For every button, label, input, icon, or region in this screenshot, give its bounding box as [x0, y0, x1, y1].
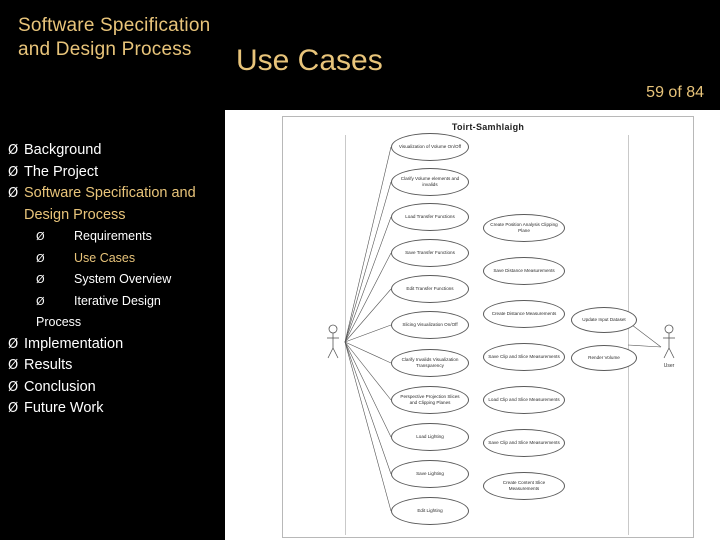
outline-item-software-specification-and-design-process[interactable]: Ø Software Specification and Design Proc…	[0, 183, 225, 226]
arrow-bullet-icon: Ø	[8, 186, 19, 201]
system-boundary-left	[345, 135, 346, 535]
outline-item-label: Requirements	[74, 229, 152, 243]
outline-item-conclusion[interactable]: Ø Conclusion	[0, 377, 225, 399]
use-case-node[interactable]: Save Clip and Slice Measurements	[483, 343, 565, 371]
use-case-node[interactable]: Edit Transfer Functions	[391, 275, 469, 303]
outline-item-results[interactable]: Ø Results	[0, 355, 225, 377]
use-case-node[interactable]: Edit Lighting	[391, 497, 469, 525]
outline-item-iterative-design[interactable]: Ø Iterative Design	[0, 291, 225, 313]
arrow-bullet-icon: Ø	[8, 401, 19, 416]
outline-item-the-project[interactable]: Ø The Project	[0, 162, 225, 184]
arrow-bullet-icon: Ø	[36, 251, 45, 265]
use-case-node[interactable]: Clarify Invalids Visualization Transpare…	[391, 349, 469, 377]
diagram-title: Toirt-Samhlaigh	[451, 122, 525, 132]
use-case-diagram: Toirt-Samhlaigh User Visualization of Vo…	[282, 116, 694, 538]
outline-item-label: Iterative Design	[74, 293, 161, 308]
arrow-bullet-icon: Ø	[8, 336, 19, 352]
outline-item-label: Future Work	[24, 400, 104, 416]
outline-list: Ø Background Ø The Project Ø Software Sp…	[0, 140, 225, 420]
use-case-node[interactable]: Create Position Analysis Clipping Plane	[483, 214, 565, 242]
page-title: Use Cases	[236, 44, 383, 77]
outline-item-background[interactable]: Ø Background	[0, 140, 225, 162]
arrow-bullet-icon: Ø	[36, 294, 45, 308]
use-case-node[interactable]: Render Volume	[571, 345, 637, 371]
outline-item-label: System Overview	[74, 272, 172, 286]
use-case-node[interactable]: Create Content Slice Measurements	[483, 472, 565, 500]
left-sidebar-panel: Software Specification and Design Proces…	[0, 0, 225, 540]
outline-item-label: Results	[24, 357, 73, 373]
use-case-node[interactable]: Load Clip and Slice Measurements	[483, 386, 565, 414]
outline-item-label: Use Cases	[74, 250, 136, 265]
use-case-node[interactable]: Create Distance Measurements	[483, 300, 565, 328]
secondary-actor-icon	[663, 324, 675, 359]
use-case-node[interactable]: Load Transfer Functions	[391, 203, 469, 231]
system-boundary-right	[628, 135, 629, 535]
outline-item-requirements[interactable]: Ø Requirements	[0, 226, 225, 248]
outline-item-implementation[interactable]: Ø Implementation	[0, 334, 225, 356]
use-case-node[interactable]: Load Lighting	[391, 423, 469, 451]
use-case-node[interactable]: Update Input Dataset	[571, 307, 637, 333]
arrow-bullet-icon: Ø	[8, 358, 19, 373]
arrow-bullet-icon: Ø	[36, 273, 45, 286]
slide-title: Software Specification and Design Proces…	[18, 15, 211, 60]
outline-item-iterative-design-continuation: Process	[0, 312, 225, 334]
outline-item-use-cases[interactable]: Ø Use Cases	[0, 248, 225, 270]
slide-content-area: Toirt-Samhlaigh User Visualization of Vo…	[225, 113, 720, 540]
outline-item-label: Process	[36, 315, 82, 329]
outline-item-label: The Project	[24, 163, 99, 180]
outline-item-future-work[interactable]: Ø Future Work	[0, 398, 225, 420]
use-case-node[interactable]: Clarify Volume elements and invalids	[391, 168, 469, 196]
outline-item-label: Conclusion	[24, 378, 96, 395]
use-case-node[interactable]: Perspective Projection Slices and Clippi…	[391, 386, 469, 414]
primary-actor-icon	[327, 324, 339, 359]
actor-label-user: User	[663, 363, 675, 369]
outline-item-system-overview[interactable]: Ø System Overview	[0, 269, 225, 291]
arrow-bullet-icon: Ø	[8, 164, 19, 180]
outline-item-label: Implementation	[24, 335, 124, 352]
use-case-node[interactable]: Save Clip and Slice Measurements	[483, 429, 565, 457]
use-case-node[interactable]: Save Lighting	[391, 460, 469, 488]
arrow-bullet-icon: Ø	[8, 379, 19, 395]
slide-counter: 59 of 84	[646, 84, 704, 101]
use-case-node[interactable]: Save Distance Measurements	[483, 257, 565, 285]
outline-item-label: Background	[24, 142, 102, 158]
use-case-node[interactable]: Save Transfer Functions	[391, 239, 469, 267]
outline-item-label: Software Specification and Design Proces…	[24, 185, 196, 223]
use-case-node[interactable]: Slicing Visualization On/Off	[391, 311, 469, 339]
arrow-bullet-icon: Ø	[8, 143, 19, 158]
use-case-node[interactable]: Visualization of Volume On/Off	[391, 133, 469, 161]
arrow-bullet-icon: Ø	[36, 230, 45, 243]
